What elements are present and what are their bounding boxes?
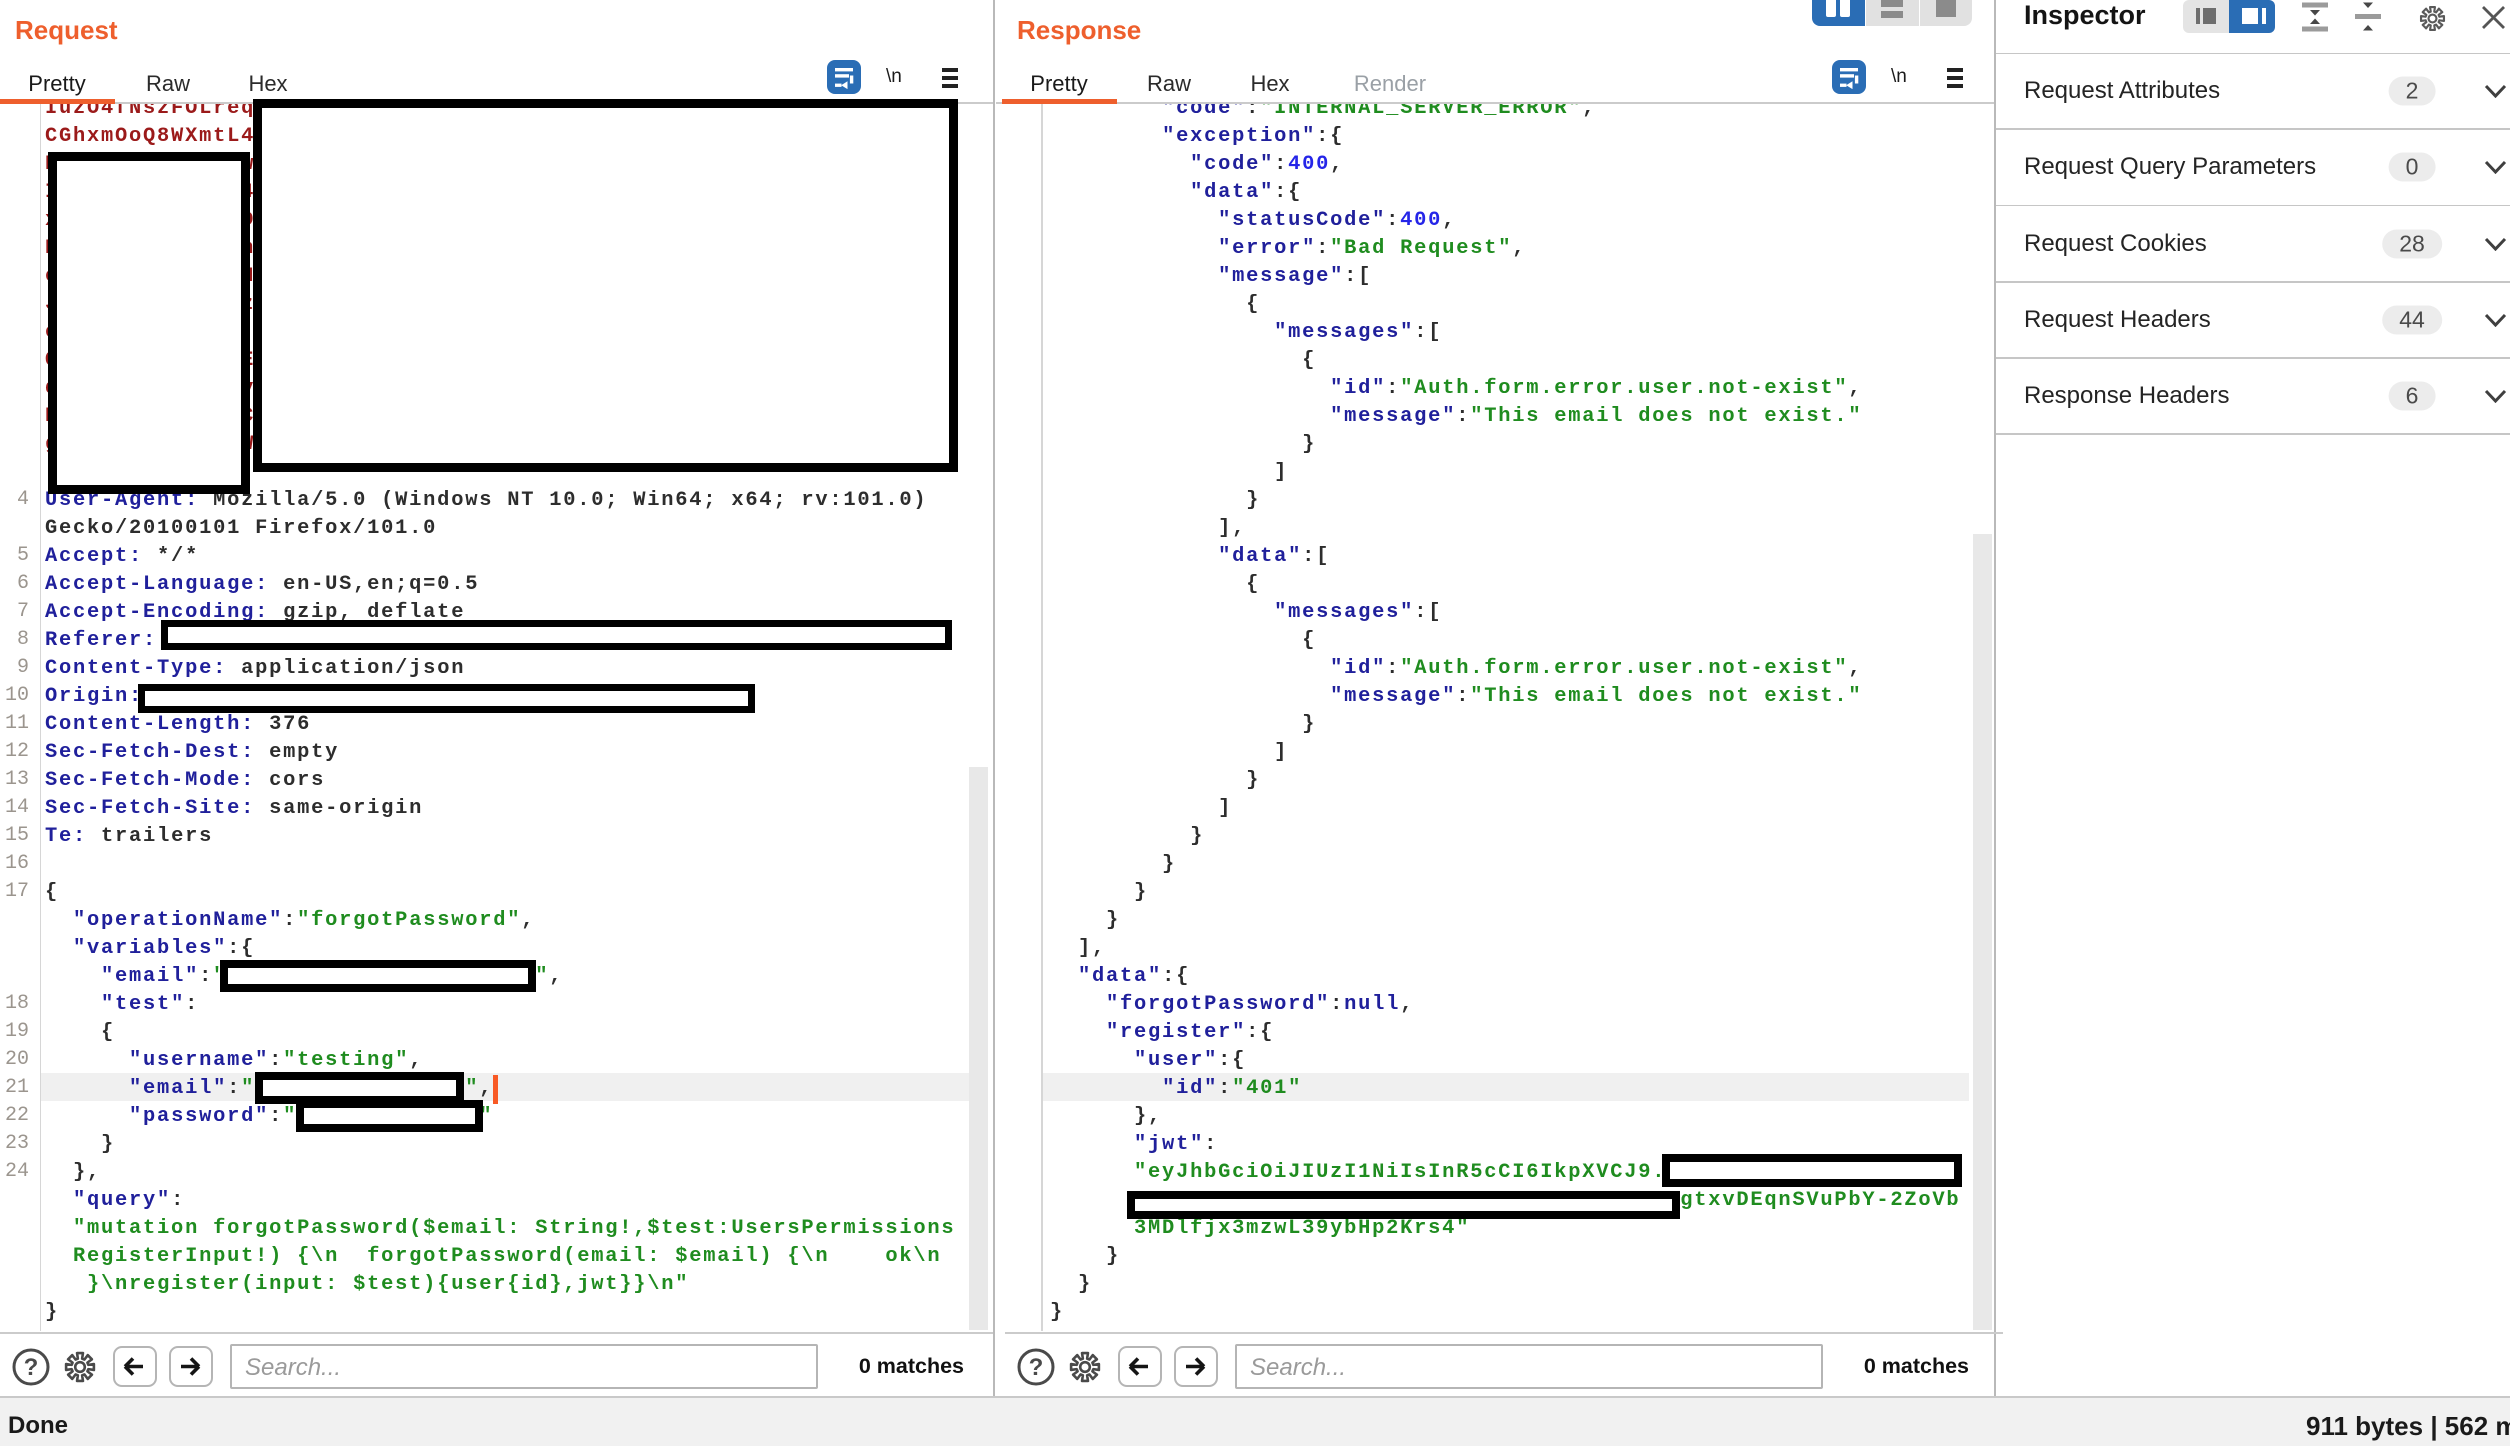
svg-text:?: ?: [1029, 1354, 1044, 1381]
svg-text:?: ?: [24, 1354, 39, 1381]
